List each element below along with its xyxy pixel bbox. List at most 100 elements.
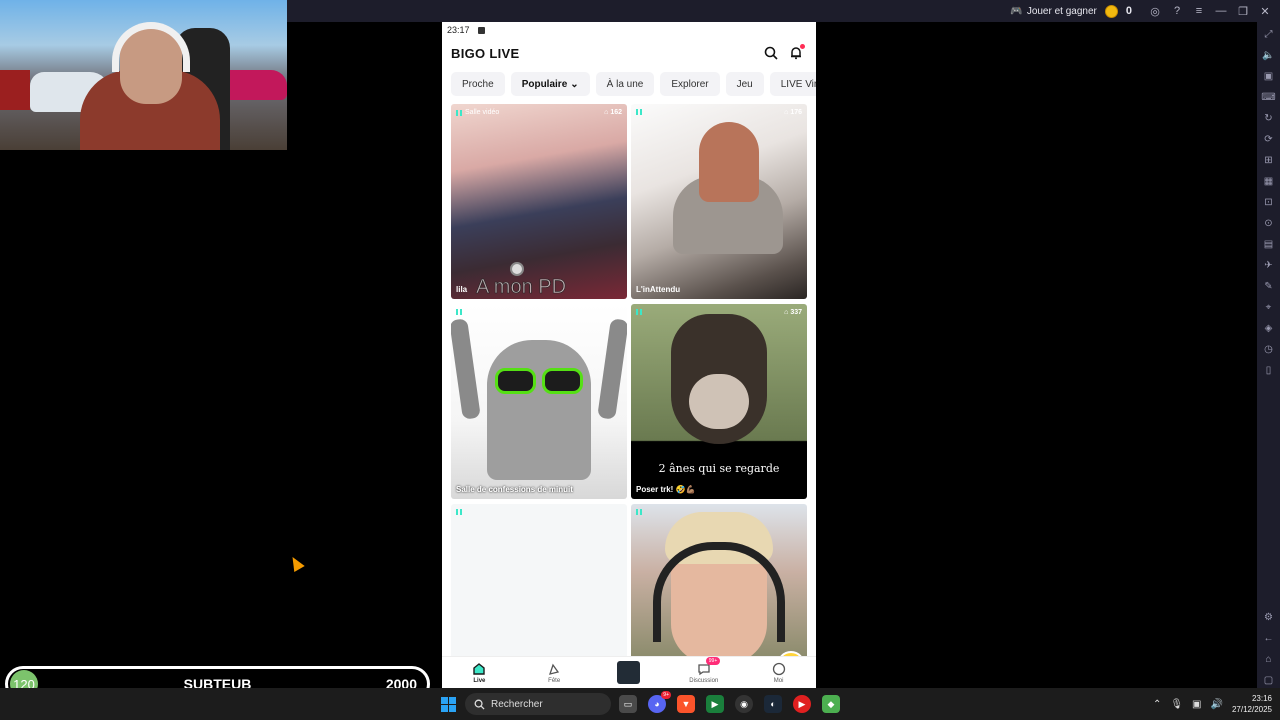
more-icon[interactable]: ▯ — [1262, 362, 1276, 378]
nav-label: Discussion — [689, 678, 719, 684]
live-bars-icon — [636, 509, 642, 515]
nav-live[interactable]: Live — [454, 661, 504, 684]
clock[interactable]: 23:16 27/12/2025 — [1232, 693, 1272, 715]
display-icon[interactable]: ▣ — [1192, 699, 1201, 710]
camera-button-image — [510, 262, 524, 276]
live-card[interactable]: 2 ânes qui se regarde ⌂ 337 Poser trk! 🤣… — [631, 304, 807, 499]
live-bars-icon — [636, 109, 642, 115]
nav-moi[interactable]: Moi — [754, 661, 804, 684]
location-icon[interactable]: ⌖ — [1262, 299, 1276, 315]
live-tag — [636, 309, 642, 315]
nav-discussion[interactable]: 99+ Discussion — [679, 657, 729, 684]
live-card[interactable]: Salle de confessions de minuit — [451, 304, 627, 499]
youtube-icon[interactable]: ▶ — [793, 695, 811, 713]
tab-jeu[interactable]: Jeu — [725, 72, 764, 96]
live-bars-icon — [456, 109, 462, 116]
category-tabs: Proche Populaire ⌄ À la une Explorer Jeu … — [442, 68, 816, 100]
speaker-icon[interactable]: 🔊 — [1211, 699, 1223, 710]
tab-explorer[interactable]: Explorer — [660, 72, 720, 96]
macro-icon[interactable]: ◷ — [1262, 341, 1276, 357]
keyboard-icon[interactable]: ⌨ — [1261, 89, 1275, 105]
performance-icon[interactable]: ▦ — [1262, 173, 1276, 189]
discord-icon[interactable]: ◕ 9+ — [648, 691, 671, 713]
go-live-icon — [617, 661, 641, 684]
chevron-up-icon[interactable]: ⌃ — [1153, 699, 1161, 710]
search-icon[interactable] — [760, 42, 782, 64]
tab-live-virtuel[interactable]: LIVE Virtuel — [769, 72, 816, 96]
phone-screen: 23:17 BIGO LIVE Proche Populaire ⌄ À la u… — [442, 22, 816, 688]
search-icon — [474, 699, 485, 710]
bluestacks-icon[interactable]: ◆ — [822, 695, 840, 713]
play-and-win-button[interactable]: 🎮 Jouer et gagner — [1010, 6, 1097, 17]
tab-label: Explorer — [671, 78, 709, 90]
steam-icon[interactable]: ◐ — [764, 695, 782, 713]
viewer-number: 162 — [610, 109, 622, 116]
search-placeholder: Rechercher — [491, 698, 543, 710]
discussion-badge: 99+ — [705, 657, 721, 665]
recent-apps-icon[interactable]: ▢ — [1262, 672, 1276, 688]
notification-icon — [477, 26, 485, 34]
desktop: 🎮 Jouer et gagner 0 ◎ ? ≡ — ❐ ✕ ⤢ 🔈 ▣ ⌨ … — [0, 0, 1280, 720]
microphone-icon[interactable]: 🎙 — [1170, 699, 1183, 710]
rotate-icon[interactable]: ↻ — [1262, 110, 1276, 126]
close-icon[interactable]: ✕ — [1258, 4, 1272, 18]
volume-icon[interactable]: 🔈 — [1262, 47, 1276, 63]
help-icon[interactable]: ? — [1170, 4, 1184, 18]
back-icon[interactable]: ← — [1262, 630, 1276, 646]
live-bars-icon — [456, 509, 462, 515]
tab-label: LIVE Virtuel — [780, 78, 816, 90]
apk-icon[interactable]: ▣ — [1262, 68, 1276, 84]
obs-icon[interactable]: ◉ — [735, 695, 753, 713]
tab-label: Jeu — [736, 78, 753, 90]
viewer-number: 337 — [790, 309, 802, 316]
restore-icon[interactable]: ❐ — [1236, 4, 1250, 18]
live-card[interactable]: ⌂ 176 L'inAttendu — [631, 104, 807, 299]
eco-mode-icon[interactable]: ✎ — [1262, 278, 1276, 294]
streamer-name: lila — [456, 285, 468, 294]
sync-icon[interactable]: ⟳ — [1262, 131, 1276, 147]
nav-go-live[interactable] — [604, 661, 654, 684]
coin-count: 0 — [1125, 5, 1132, 17]
gamepad-side-icon[interactable]: ⊞ — [1262, 152, 1276, 168]
live-card[interactable]: A mon PD Salle vidéo ⌂ 162 lila — [451, 104, 627, 299]
live-tag — [636, 509, 642, 515]
nav-fete[interactable]: Fête — [529, 661, 579, 684]
taskbar: Rechercher ▭ ◕ 9+ ▼ ▶ ◉ ◐ ▶ ◆ ⌃ 🎙 ▣ 🔊 23:… — [0, 688, 1280, 720]
terminal-icon[interactable]: ▶ — [706, 695, 724, 713]
brave-icon[interactable]: ▼ — [677, 695, 695, 713]
party-icon — [546, 661, 562, 677]
settings-icon[interactable]: ⚙ — [1262, 609, 1276, 625]
nav-label: Live — [473, 678, 486, 684]
streamer-name: L'inAttendu — [636, 285, 681, 294]
tab-label: Proche — [462, 78, 494, 90]
airplane-icon[interactable]: ✈ — [1262, 257, 1276, 273]
screenshot-icon[interactable]: ⊡ — [1262, 194, 1276, 210]
emulator-title-bar: 🎮 Jouer et gagner 0 ◎ ? ≡ — ❐ ✕ — [287, 0, 1280, 22]
clock-date: 27/12/2025 — [1231, 705, 1272, 714]
task-view-icon[interactable]: ▭ — [619, 695, 637, 713]
system-tray: ⌃ 🎙 ▣ 🔊 23:16 27/12/2025 — [1153, 688, 1280, 720]
mouse-cursor — [287, 553, 305, 573]
expand-icon[interactable]: ⤢ — [1262, 26, 1276, 42]
viewer-count: ⌂ 337 — [784, 309, 802, 316]
tab-a-la-une[interactable]: À la une — [595, 72, 655, 96]
webcam-overlay — [0, 0, 287, 150]
tab-populaire[interactable]: Populaire ⌄ — [510, 72, 590, 96]
layers-icon[interactable]: ◈ — [1262, 320, 1276, 336]
bottom-nav: Live Fête 99+ Discussion Moi — [442, 656, 816, 688]
coin-icon — [1104, 4, 1118, 18]
bell-icon[interactable] — [785, 42, 807, 64]
viewer-number: 176 — [790, 109, 802, 116]
account-icon[interactable]: ◎ — [1148, 4, 1162, 18]
minimize-icon[interactable]: — — [1214, 4, 1228, 18]
home-icon[interactable]: ⌂ — [1262, 651, 1276, 667]
play-and-win-label: Jouer et gagner — [1026, 5, 1097, 17]
taskbar-search[interactable]: Rechercher — [465, 693, 611, 715]
live-tag — [456, 309, 462, 315]
menu-icon[interactable]: ≡ — [1192, 4, 1206, 18]
media-folder-icon[interactable]: ▤ — [1262, 236, 1276, 252]
record-icon[interactable]: ⊙ — [1262, 215, 1276, 231]
tab-proche[interactable]: Proche — [451, 72, 505, 96]
windows-start-icon[interactable] — [441, 697, 456, 712]
clock-time: 23:16 — [1251, 694, 1272, 703]
